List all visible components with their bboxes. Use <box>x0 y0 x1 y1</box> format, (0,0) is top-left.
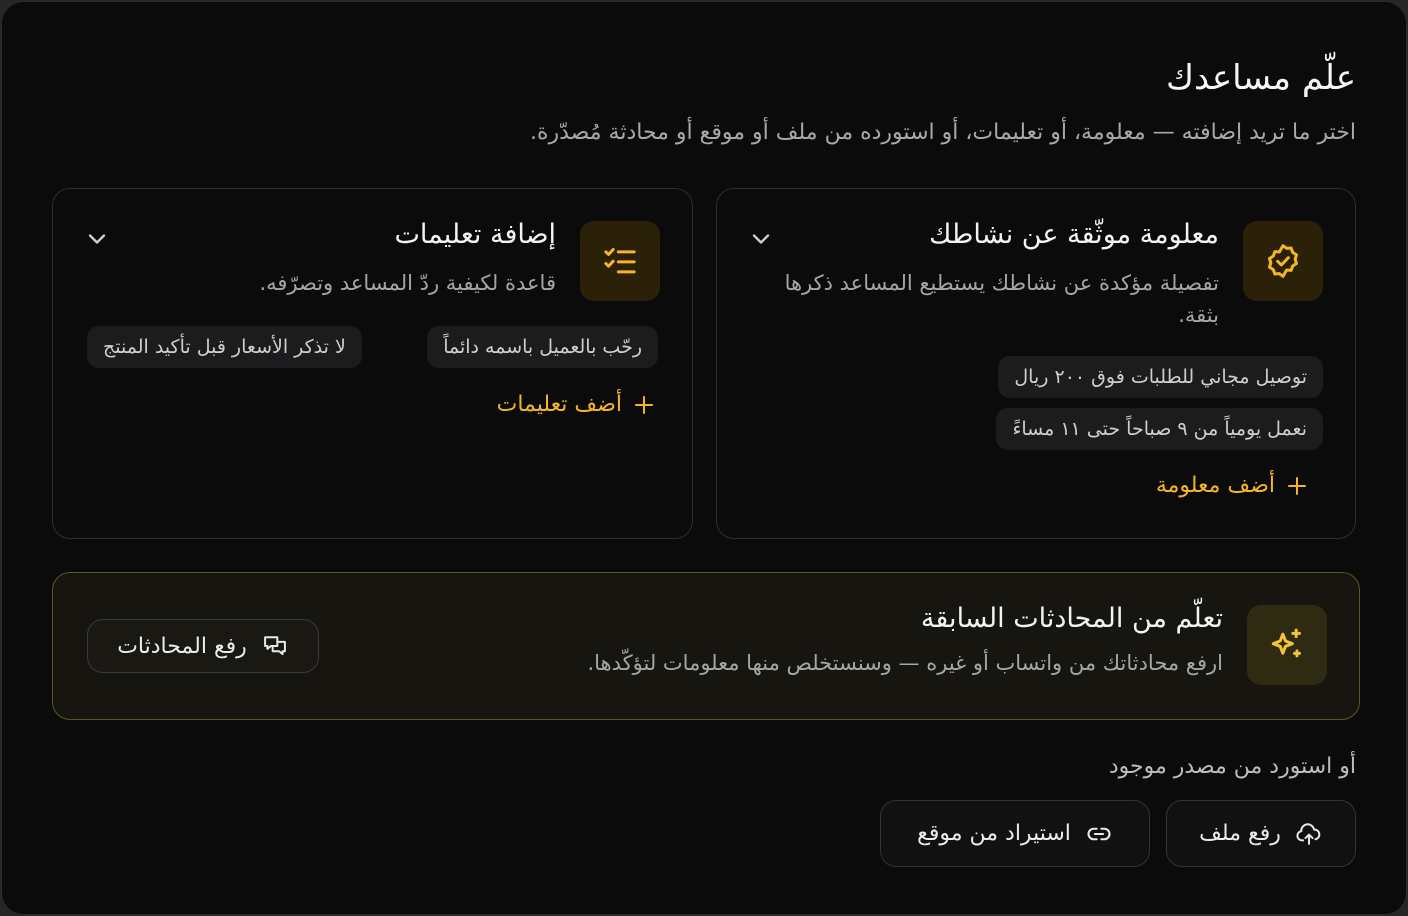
instruction-chip[interactable]: رحّب بالعميل باسمه دائماً <box>427 326 658 368</box>
chat-bubbles-icon <box>263 636 286 656</box>
fact-chip[interactable]: توصيل مجاني للطلبات فوق ٢٠٠ ريال <box>998 356 1323 398</box>
instructions-card[interactable]: إضافة تعليمات قاعدة لكيفية ردّ المساعد و… <box>52 188 693 539</box>
learn-from-chats-card: تعلّم من المحادثات السابقة ارفع محادثاتك… <box>52 572 1360 720</box>
cloud-upload-icon <box>1296 822 1321 845</box>
page-subtitle: اختر ما تريد إضافته — معلومة، أو تعليمات… <box>529 120 1356 145</box>
add-fact-button[interactable]: أضف معلومة <box>1156 473 1309 498</box>
instructions-card-title: إضافة تعليمات <box>394 219 557 250</box>
upload-chats-button[interactable]: رفع المحادثات <box>87 619 319 673</box>
page-title: علّم مساعدك <box>1165 58 1356 98</box>
upload-chats-label: رفع المحادثات <box>117 633 247 659</box>
add-instruction-button[interactable]: أضف تعليمات <box>497 392 656 417</box>
learn-card-description: ارفع محادثاتك من واتساب أو غيره — وسنستخ… <box>587 651 1223 675</box>
checklist-icon <box>604 248 636 274</box>
instructions-icon-tile <box>580 221 660 301</box>
instructions-card-description: قاعدة لكيفية ردّ المساعد وتصرّفه. <box>259 271 556 295</box>
facts-icon-tile <box>1243 221 1323 301</box>
chevron-down-icon[interactable] <box>747 225 775 253</box>
learn-icon-tile <box>1247 605 1327 685</box>
fact-chip[interactable]: نعمل يومياً من ٩ صباحاً حتى ١١ مساءً <box>996 408 1323 450</box>
add-fact-label: أضف معلومة <box>1155 473 1275 498</box>
add-instruction-label: أضف تعليمات <box>496 392 622 417</box>
import-from-website-button[interactable]: استيراد من موقع <box>880 800 1150 867</box>
instruction-chip[interactable]: لا تذكر الأسعار قبل تأكيد المنتج <box>87 326 362 368</box>
facts-card-description: تفصيلة مؤكدة عن نشاطك يستطيع المساعد ذكر… <box>784 271 1219 327</box>
verified-badge-icon <box>1268 244 1298 278</box>
plus-icon <box>1288 476 1306 495</box>
plus-icon <box>635 395 653 414</box>
chevron-down-icon[interactable] <box>83 225 111 253</box>
upload-file-label: رفع ملف <box>1199 821 1281 846</box>
upload-file-button[interactable]: رفع ملف <box>1166 800 1356 867</box>
sparkles-icon <box>1271 628 1301 658</box>
facts-card[interactable]: معلومة موثّقة عن نشاطك تفصيلة مؤكدة عن ن… <box>716 188 1356 539</box>
teach-assistant-panel: علّم مساعدك اختر ما تريد إضافته — معلومة… <box>1 1 1407 915</box>
import-from-website-label: استيراد من موقع <box>917 821 1071 846</box>
link-icon <box>1087 827 1111 840</box>
facts-card-title: معلومة موثّقة عن نشاطك <box>929 219 1219 250</box>
import-heading: أو استورد من مصدر موجود <box>1108 754 1356 779</box>
learn-card-title: تعلّم من المحادثات السابقة <box>920 603 1223 634</box>
